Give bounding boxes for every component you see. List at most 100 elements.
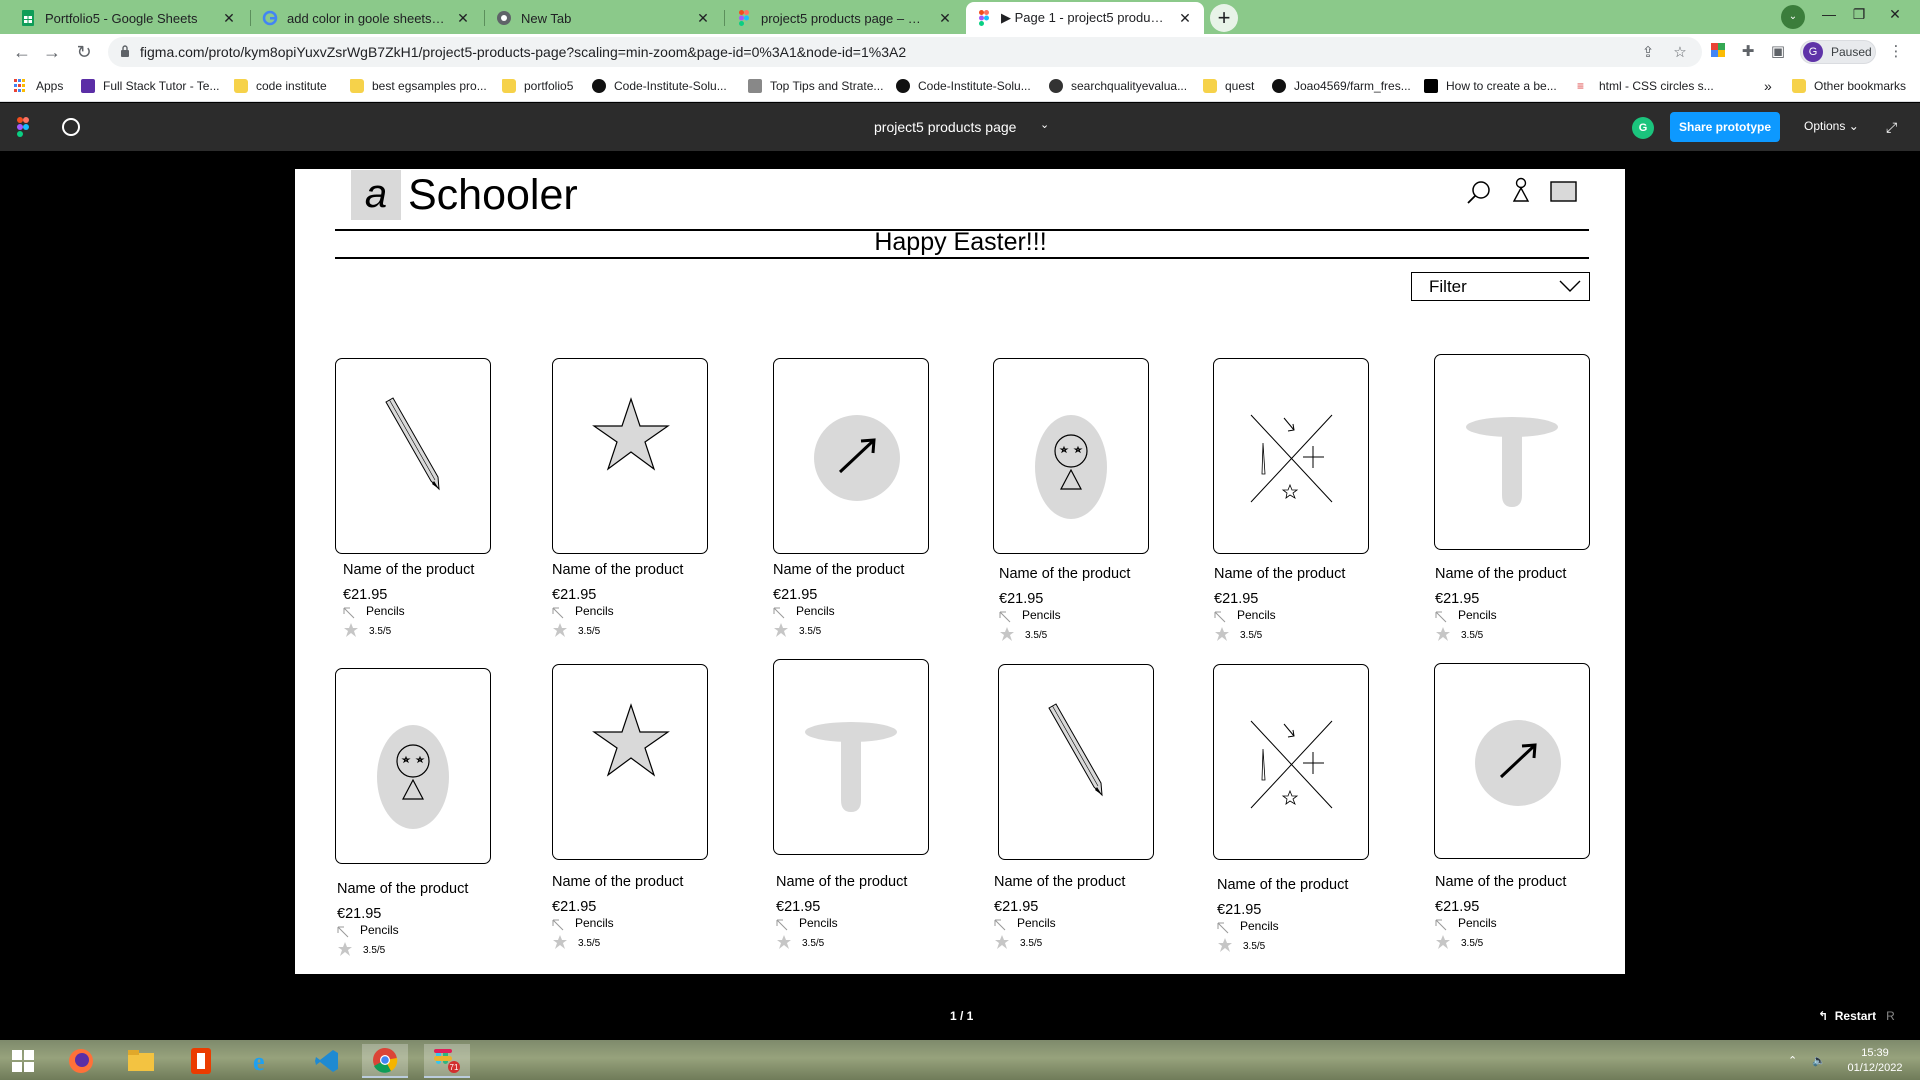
search-icon[interactable] (1465, 179, 1493, 207)
product-rating: 3.5/5 (1461, 938, 1484, 949)
bookmark-how-to-create[interactable]: How to create a be... (1424, 77, 1557, 95)
tray-chevron-icon[interactable]: ⌃ (1788, 1054, 1797, 1067)
close-tab-icon[interactable]: ✕ (220, 10, 238, 27)
bookmark-portfolio5[interactable]: portfolio5 (502, 77, 573, 95)
bookmark-full-stack-tutor[interactable]: Full Stack Tutor - Te... (81, 77, 219, 95)
slack-icon[interactable]: 71 (424, 1044, 470, 1078)
chrome-menu-icon[interactable]: ⋮ (1886, 42, 1906, 62)
product-card[interactable] (335, 668, 491, 864)
address-bar[interactable]: figma.com/proto/kym8opiYuxvZsrWgB7ZkH1/p… (108, 37, 1702, 67)
forward-icon[interactable]: → (40, 40, 64, 64)
product-name[interactable]: Name of the product (343, 562, 474, 578)
bookmark-code-institute[interactable]: code institute (234, 77, 327, 95)
product-name[interactable]: Name of the product (552, 874, 683, 890)
tab-portfolio5-sheets[interactable]: Portfolio5 - Google Sheets ✕ (10, 2, 248, 34)
windows-start-icon[interactable] (0, 1044, 46, 1078)
product-card[interactable] (773, 659, 929, 855)
extension-colorful-icon[interactable] (1708, 42, 1728, 62)
product-name[interactable]: Name of the product (1217, 877, 1348, 893)
tab-separator (724, 10, 725, 26)
product-category: Pencils (1458, 608, 1497, 622)
product-image (1466, 417, 1558, 507)
bookmark-quest[interactable]: quest (1203, 77, 1254, 95)
firefox-icon[interactable] (58, 1044, 104, 1078)
product-name[interactable]: Name of the product (1435, 566, 1566, 582)
profile-status: Paused (1831, 45, 1872, 59)
vscode-icon[interactable] (304, 1044, 350, 1078)
product-card[interactable] (1434, 354, 1590, 550)
expand-icon[interactable]: ⤢ (1886, 119, 1897, 136)
apps-grid-icon (14, 79, 28, 93)
share-page-icon[interactable]: ⇪ (1638, 43, 1658, 63)
filter-dropdown[interactable]: Filter (1411, 272, 1590, 301)
volume-icon[interactable]: 🔈 (1812, 1054, 1826, 1067)
bookmark-other[interactable]: Other bookmarks (1792, 77, 1906, 95)
bookmark-farm-fresh[interactable]: Joao4569/farm_fres... (1272, 77, 1411, 95)
bookmark-searchquality[interactable]: searchqualityevalua... (1049, 77, 1187, 95)
project-title[interactable]: project5 products page (874, 119, 1016, 135)
product-name[interactable]: Name of the product (1435, 874, 1566, 890)
office-icon[interactable] (178, 1044, 224, 1078)
product-category: Pencils (575, 916, 614, 930)
brand-name[interactable]: Schooler (408, 171, 578, 220)
product-card[interactable] (335, 358, 491, 554)
product-card[interactable] (993, 358, 1149, 554)
close-tab-icon[interactable]: ✕ (454, 10, 472, 27)
new-tab-button[interactable]: + (1210, 4, 1238, 32)
chrome-taskbar-icon[interactable] (362, 1044, 408, 1078)
bookmark-apps[interactable]: Apps (14, 77, 63, 95)
comment-icon[interactable] (62, 118, 80, 136)
product-name[interactable]: Name of the product (994, 874, 1125, 890)
account-icon[interactable] (1511, 177, 1531, 205)
internet-explorer-icon[interactable]: e (240, 1044, 286, 1078)
product-card[interactable] (1434, 663, 1590, 859)
close-tab-icon[interactable]: ✕ (936, 10, 954, 27)
close-tab-icon[interactable]: ✕ (1176, 10, 1194, 27)
bag-icon[interactable] (1550, 181, 1578, 203)
user-avatar[interactable]: G (1632, 117, 1654, 139)
system-clock[interactable]: 15:39 01/12/2022 (1838, 1046, 1912, 1076)
bookmark-top-tips[interactable]: Top Tips and Strate... (748, 77, 883, 95)
logo-mark[interactable]: a (351, 170, 401, 220)
share-prototype-button[interactable]: Share prototype (1670, 112, 1780, 142)
product-name[interactable]: Name of the product (773, 562, 904, 578)
tab-search-icon[interactable]: ⌄ (1781, 5, 1805, 29)
lock-icon (121, 45, 129, 57)
bookmark-best-egsamples[interactable]: best egsamples pro... (350, 77, 487, 95)
tab-figma-project[interactable]: project5 products page – Figma ✕ (726, 2, 964, 34)
product-card[interactable] (1213, 358, 1369, 554)
extensions-puzzle-icon[interactable]: ✚ (1738, 42, 1758, 62)
tab-new-tab[interactable]: New Tab ✕ (486, 2, 722, 34)
chevron-down-icon[interactable]: ⌄ (1040, 118, 1049, 131)
options-menu[interactable]: Options ⌄ (1804, 119, 1859, 133)
product-card[interactable] (552, 358, 708, 554)
bookmark-code-institute-solu-2[interactable]: Code-Institute-Solu... (896, 77, 1031, 95)
tab-figma-prototype[interactable]: ▶ Page 1 - project5 products page ✕ (966, 2, 1204, 34)
tab-add-color-google[interactable]: add color in goole sheets row - G ✕ (252, 2, 482, 34)
profile-button[interactable]: G Paused (1800, 40, 1876, 64)
more-bookmarks-icon[interactable]: » (1764, 77, 1772, 95)
bookmark-star-icon[interactable]: ☆ (1670, 43, 1690, 63)
product-name[interactable]: Name of the product (552, 562, 683, 578)
product-name[interactable]: Name of the product (337, 881, 468, 897)
product-card[interactable] (773, 358, 929, 554)
close-tab-icon[interactable]: ✕ (694, 10, 712, 27)
product-card[interactable] (552, 664, 708, 860)
profile-avatar: G (1803, 42, 1823, 62)
bookmark-css-circles[interactable]: ≡ html - CSS circles s... (1577, 77, 1714, 95)
restart-button[interactable]: ↰ Restart R (1818, 1009, 1895, 1023)
tab-separator (484, 10, 485, 26)
product-name[interactable]: Name of the product (999, 566, 1130, 582)
file-explorer-icon[interactable] (118, 1044, 164, 1078)
product-image (377, 725, 449, 829)
figma-logo-icon[interactable] (17, 117, 29, 137)
back-icon[interactable]: ← (10, 40, 34, 64)
close-window-icon[interactable]: ✕ (1872, 0, 1918, 34)
product-card[interactable] (998, 664, 1154, 860)
product-name[interactable]: Name of the product (776, 874, 907, 890)
product-name[interactable]: Name of the product (1214, 566, 1345, 582)
bookmark-code-institute-solu-1[interactable]: Code-Institute-Solu... (592, 77, 727, 95)
product-card[interactable] (1213, 664, 1369, 860)
side-panel-icon[interactable]: ▣ (1768, 42, 1788, 62)
reload-icon[interactable]: ↻ (72, 40, 96, 64)
